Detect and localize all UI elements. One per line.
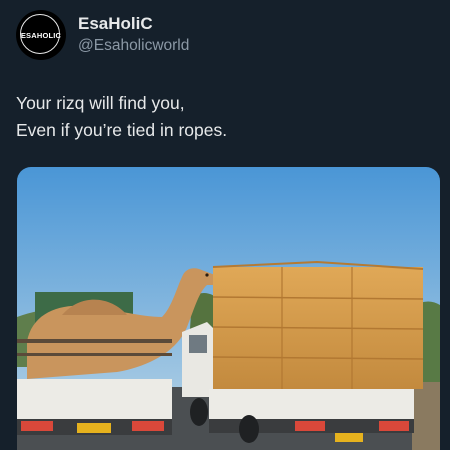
truck-rail <box>17 339 172 343</box>
right-truck-front-wheel <box>190 398 208 426</box>
avatar-logo-text: ESAHOLIC <box>20 30 62 40</box>
right-truck-window <box>189 335 207 353</box>
tweet-photo[interactable] <box>17 167 440 450</box>
right-truck-taillight <box>295 421 325 431</box>
author-display-name[interactable]: EsaHoliC <box>78 14 153 34</box>
avatar[interactable]: ESAHOLIC <box>16 10 66 60</box>
camel-eye <box>205 273 209 277</box>
roadside <box>412 382 440 450</box>
photo-camel-and-hay-trucks <box>17 167 440 450</box>
right-truck-cab <box>182 322 217 397</box>
right-truck-tailgate <box>209 389 414 419</box>
truck-rail-lower <box>17 353 172 356</box>
tweet-card: ESAHOLIC EsaHoliC @Esaholicworld Your ri… <box>0 0 450 450</box>
left-truck-taillight <box>21 421 53 431</box>
author-handle[interactable]: @Esaholicworld <box>78 37 189 55</box>
tweet-text: Your rizq will find you, Even if you’re … <box>16 90 436 144</box>
left-truck-taillight-right <box>132 421 164 431</box>
right-truck-taillight-right <box>379 421 409 431</box>
left-truck-license-plate <box>77 423 111 433</box>
tweet-text-line-1: Your rizq will find you, <box>16 93 185 113</box>
right-truck-rear-wheel <box>239 415 259 443</box>
tweet-text-line-2: Even if you’re tied in ropes. <box>16 120 228 140</box>
right-truck-license-plate <box>335 433 363 442</box>
left-truck-tailgate <box>17 379 172 419</box>
